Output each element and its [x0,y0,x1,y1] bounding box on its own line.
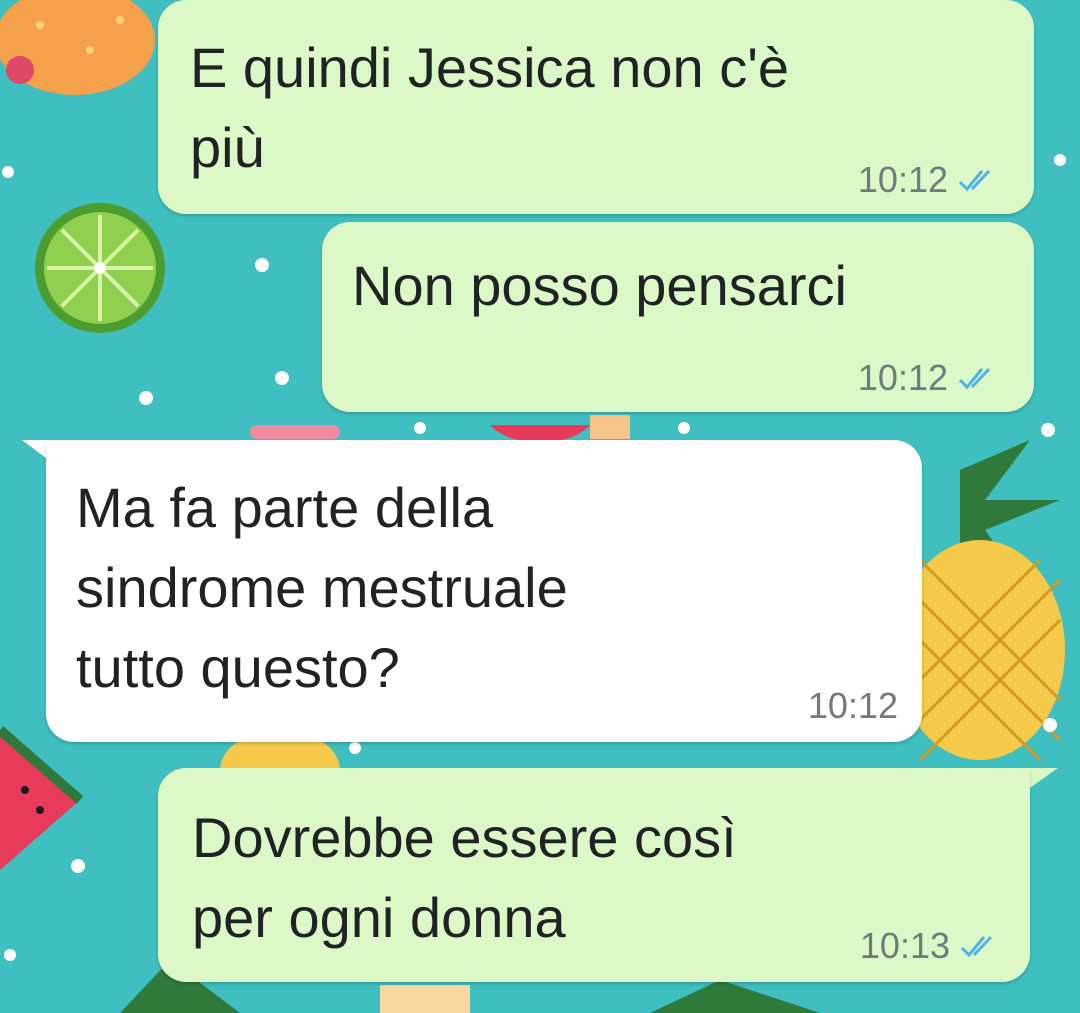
message-text: E quindi Jessica non c'è più [190,36,790,179]
message-time: 10:12 [857,357,948,398]
message-meta: 10:13 [860,925,1000,967]
message-text: Non posso pensarci [352,254,847,317]
message-text: Ma fa parte della sindrome mestruale tut… [76,476,568,699]
read-double-check-icon [958,168,998,192]
message-bubble-outgoing[interactable]: Non posso pensarci 10:12 [322,222,1034,412]
message-meta: 10:12 [808,685,898,727]
message-time: 10:13 [859,925,950,966]
message-time: 10:12 [807,685,898,726]
message-bubble-outgoing[interactable]: E quindi Jessica non c'è più 10:12 [158,0,1034,214]
message-text: Dovrebbe essere così per ogni donna [192,806,737,949]
lime-slice-icon [35,203,165,333]
message-bubble-incoming[interactable]: Ma fa parte della sindrome mestruale tut… [46,440,922,742]
message-meta: 10:12 [858,357,998,399]
read-double-check-icon [960,934,1000,958]
message-meta: 10:12 [858,159,998,201]
message-bubble-outgoing[interactable]: Dovrebbe essere così per ogni donna 10:1… [158,768,1030,982]
message-time: 10:12 [857,159,948,200]
read-double-check-icon [958,366,998,390]
